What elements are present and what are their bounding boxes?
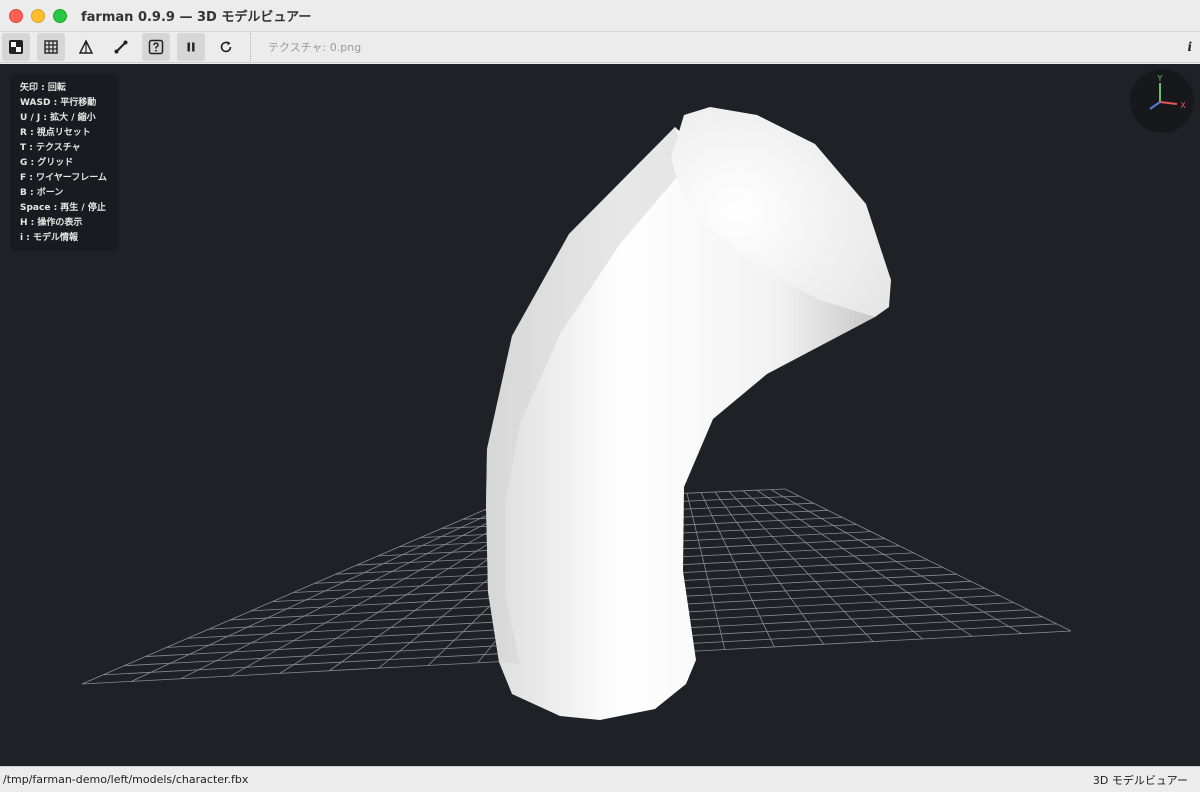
model-info-button[interactable]: i xyxy=(1187,40,1192,54)
close-window-button[interactable] xyxy=(9,8,23,23)
grid-line xyxy=(784,488,1072,632)
controls-help-panel: 矢印 : 回転 WASD : 平行移動 U / J : 拡大 / 縮小 R : … xyxy=(10,74,119,251)
maximize-window-button[interactable] xyxy=(53,8,67,23)
texture-toggle-button[interactable] xyxy=(2,33,30,61)
title-bar: farman 0.9.9 — 3D モデルビュアー xyxy=(0,0,1200,32)
help-line: F : ワイヤーフレーム xyxy=(20,173,107,183)
axis-icon: Y X xyxy=(1149,74,1186,110)
toolbar: テクスチャ: 0.png i xyxy=(0,32,1200,63)
viewer-mode: 3D モデルビュアー xyxy=(1092,773,1188,787)
help-line: B : ボーン xyxy=(20,188,64,198)
reset-view-button[interactable] xyxy=(212,33,240,61)
help-toggle-button[interactable] xyxy=(142,33,170,61)
bone-toggle-button[interactable] xyxy=(107,33,135,61)
file-path: /tmp/farman-demo/left/models/character.f… xyxy=(3,773,249,786)
3d-viewport[interactable]: 矢印 : 回転 WASD : 平行移動 U / J : 拡大 / 縮小 R : … xyxy=(0,64,1200,766)
window-controls xyxy=(9,8,67,23)
scene-canvas xyxy=(81,107,1072,720)
help-icon xyxy=(148,39,164,55)
pause-button[interactable] xyxy=(177,33,205,61)
wireframe-icon xyxy=(78,39,94,54)
help-line: H : 操作の表示 xyxy=(20,218,83,228)
help-line: T : テクスチャ xyxy=(20,143,81,153)
grid-icon xyxy=(44,40,58,54)
help-line: WASD : 平行移動 xyxy=(20,98,97,108)
help-line: R : 視点リセット xyxy=(20,128,91,138)
help-line: Space : 再生 / 停止 xyxy=(20,203,106,213)
bone-icon xyxy=(114,40,128,54)
x-axis xyxy=(1159,101,1178,105)
wireframe-toggle-button[interactable] xyxy=(72,33,100,61)
status-bar: /tmp/farman-demo/left/models/character.f… xyxy=(0,766,1200,792)
y-axis-label: Y xyxy=(1157,74,1163,83)
x-axis-label: X xyxy=(1180,101,1186,110)
reset-icon xyxy=(220,41,232,53)
toolbar-separator xyxy=(250,33,251,61)
texture-icon xyxy=(9,40,23,54)
grid-line xyxy=(770,489,1022,634)
help-line: i : モデル情報 xyxy=(20,233,78,243)
pause-icon xyxy=(187,42,195,52)
grid-toggle-button[interactable] xyxy=(37,33,65,61)
help-line: U / J : 拡大 / 縮小 xyxy=(20,113,96,123)
help-line: 矢印 : 回転 xyxy=(20,83,66,93)
minimize-window-button[interactable] xyxy=(31,8,45,23)
help-line: G : グリッド xyxy=(20,158,74,168)
z-axis xyxy=(1149,101,1161,110)
window-title: farman 0.9.9 — 3D モデルビュアー xyxy=(81,10,312,25)
texture-label: テクスチャ: 0.png xyxy=(268,41,362,54)
axis-gizmo[interactable]: Y X xyxy=(1130,69,1194,133)
